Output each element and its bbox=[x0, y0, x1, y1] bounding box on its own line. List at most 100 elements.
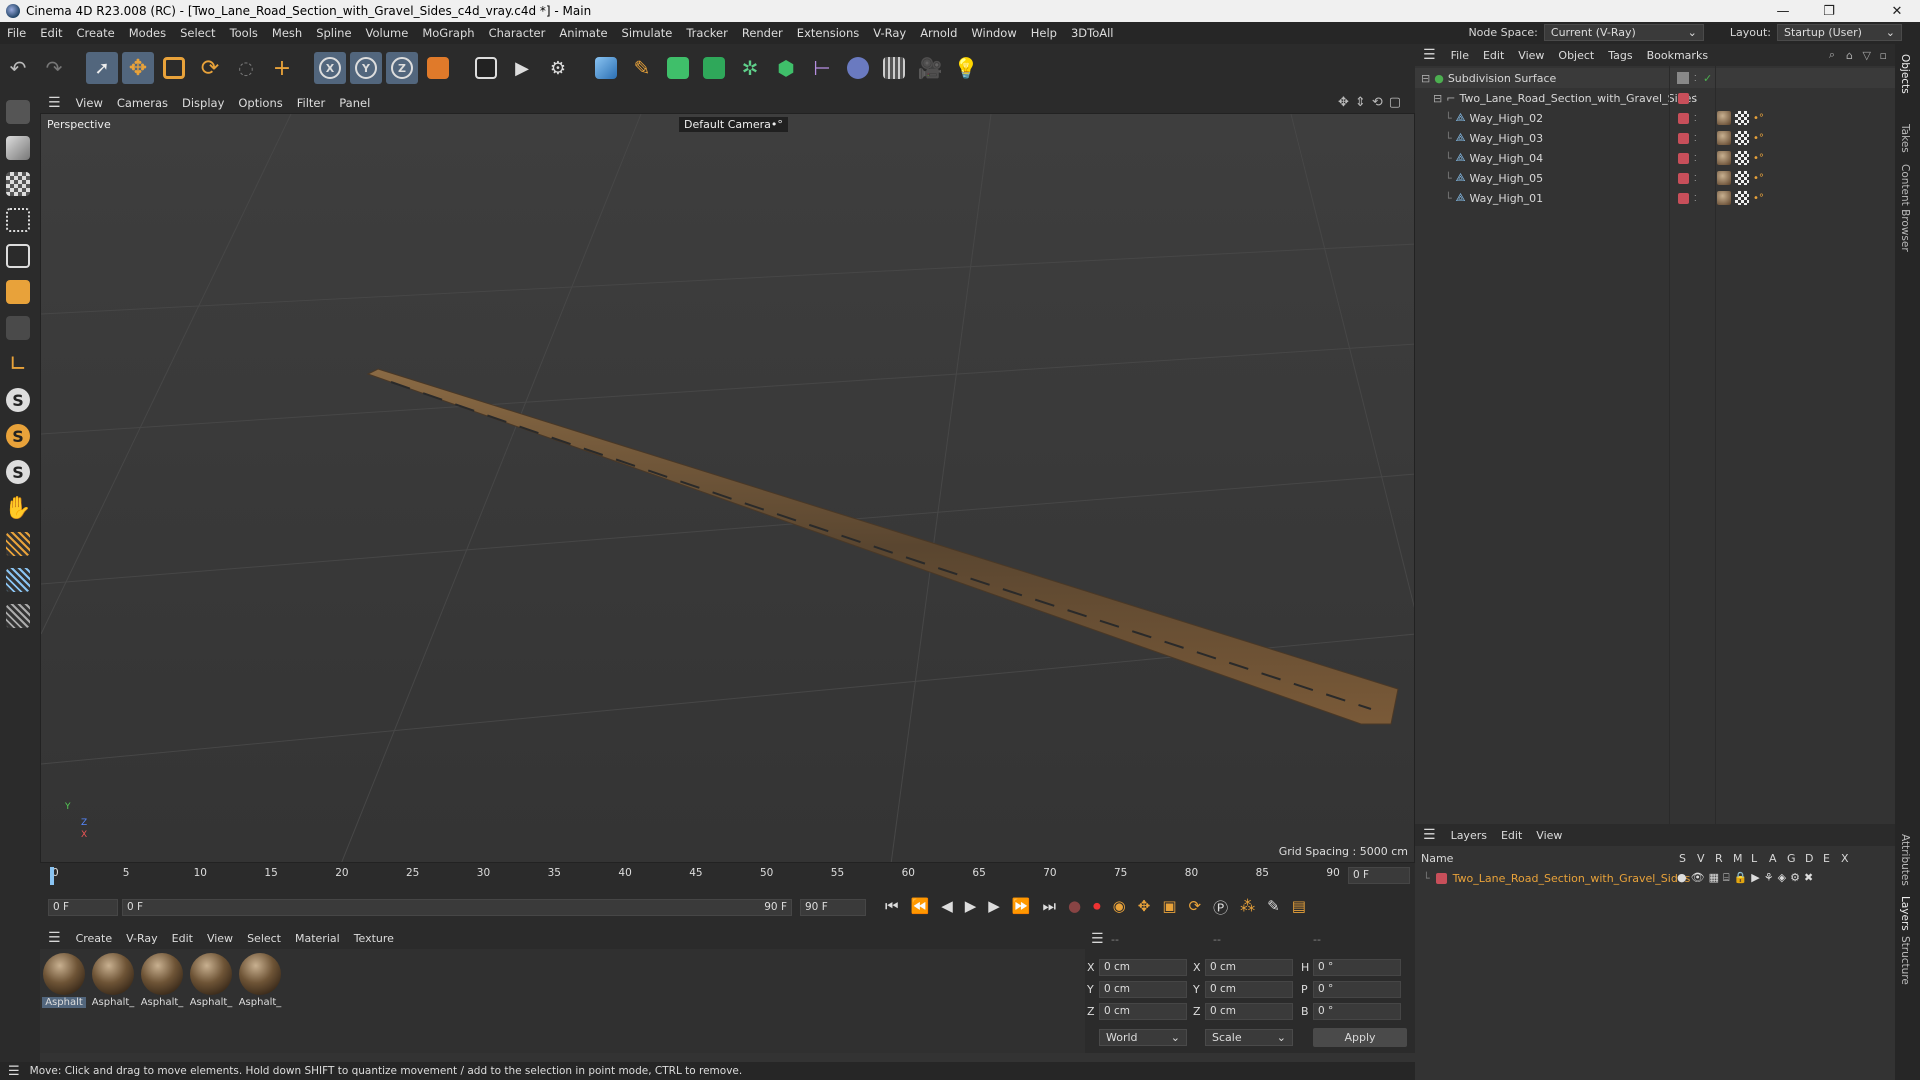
rotation-b-field[interactable]: 0 ° bbox=[1313, 1003, 1401, 1020]
filter-icon[interactable]: ▽ bbox=[1863, 49, 1871, 62]
tree-row-mesh[interactable]: └ ⟁ Way_High_03 ⁚ •° bbox=[1415, 128, 1895, 148]
frame-range-slider[interactable]: 0 F 90 F bbox=[122, 899, 792, 916]
road-mesh[interactable] bbox=[366, 368, 1399, 725]
solo-icon[interactable]: ● bbox=[1677, 871, 1687, 885]
viewport-menu-view[interactable]: View bbox=[69, 96, 110, 110]
axis-mode-button[interactable]: ∟ bbox=[2, 348, 34, 380]
material-tag-icon[interactable] bbox=[1717, 171, 1731, 185]
hamburger-icon[interactable]: ☰ bbox=[40, 95, 69, 111]
mograph-button[interactable]: ⬢ bbox=[770, 52, 802, 84]
tree-row-mesh[interactable]: └ ⟁ Way_High_01 ⁚ •° bbox=[1415, 188, 1895, 208]
layer-name[interactable]: Two_Lane_Road_Section_with_Gravel_Sides bbox=[1453, 872, 1691, 885]
material-menu-edit[interactable]: Edit bbox=[165, 932, 200, 945]
menu-select[interactable]: Select bbox=[173, 26, 222, 40]
menu-character[interactable]: Character bbox=[482, 26, 553, 40]
viewport-menu-cameras[interactable]: Cameras bbox=[110, 96, 175, 110]
side-tab-takes[interactable]: Takes bbox=[1899, 124, 1911, 153]
key-scale-icon[interactable]: ▣ bbox=[1162, 897, 1176, 918]
position-x-field[interactable]: 0 cm bbox=[1099, 959, 1187, 976]
3d-viewport[interactable]: Perspective Default Camera•° Y Z X Grid … bbox=[40, 113, 1415, 863]
menu-arnold[interactable]: Arnold bbox=[913, 26, 964, 40]
material-tag-icon[interactable] bbox=[1717, 111, 1731, 125]
hamburger-icon[interactable]: ☰ bbox=[40, 930, 69, 946]
layer-menu-edit[interactable]: Edit bbox=[1494, 829, 1529, 842]
workplane-button[interactable]: S bbox=[2, 456, 34, 488]
tree-row-mesh[interactable]: └ ⟁ Way_High_02 ⁚ •° bbox=[1415, 108, 1895, 128]
timeline-ruler[interactable]: 0 5 10 15 20 25 30 35 40 45 50 55 60 65 70 75 80 85 90 0 F bbox=[40, 863, 1415, 889]
material-menu-material[interactable]: Material bbox=[288, 932, 347, 945]
render-view-button[interactable]: ▶ bbox=[506, 52, 538, 84]
deformer-button[interactable]: ⊢ bbox=[806, 52, 838, 84]
material-tag-icon[interactable] bbox=[1717, 131, 1731, 145]
menu-help[interactable]: Help bbox=[1024, 26, 1064, 40]
cloner-button[interactable]: ✲ bbox=[734, 52, 766, 84]
tree-row-mesh[interactable]: └ ⟁ Way_High_05 ⁚ •° bbox=[1415, 168, 1895, 188]
side-tab-content-browser[interactable]: Content Browser bbox=[1899, 164, 1911, 252]
hamburger-icon[interactable]: ☰ bbox=[1415, 827, 1444, 843]
menu-animate[interactable]: Animate bbox=[552, 26, 614, 40]
undo-button[interactable]: ↶ bbox=[2, 52, 34, 84]
coord-world-select[interactable]: World ⌄ bbox=[1099, 1029, 1187, 1046]
viewport-menu-options[interactable]: Options bbox=[231, 96, 289, 110]
visibility-dots-icon[interactable]: ⁚ bbox=[1694, 134, 1697, 143]
texture-tag-icon[interactable] bbox=[1735, 151, 1749, 165]
apply-button[interactable]: Apply bbox=[1313, 1028, 1407, 1047]
scale-tool-button[interactable] bbox=[158, 52, 190, 84]
new-window-icon[interactable]: ▫ bbox=[1880, 49, 1887, 62]
z-axis-button[interactable]: Z bbox=[386, 52, 418, 84]
home-icon[interactable]: ⌂ bbox=[1846, 49, 1853, 62]
animation-icon[interactable]: ▶ bbox=[1751, 871, 1759, 885]
material-menu-create[interactable]: Create bbox=[69, 932, 120, 945]
material-tag-icon[interactable] bbox=[1717, 151, 1731, 165]
phong-tag-icon[interactable]: •° bbox=[1753, 133, 1764, 144]
visibility-dots-icon[interactable]: ⁚ bbox=[1694, 154, 1697, 163]
magnet-button[interactable]: ✋ bbox=[2, 492, 34, 524]
close-button[interactable]: ✕ bbox=[1874, 0, 1920, 22]
texture-tag-icon[interactable] bbox=[1735, 131, 1749, 145]
object-menu-bookmarks[interactable]: Bookmarks bbox=[1640, 49, 1715, 62]
menu-simulate[interactable]: Simulate bbox=[615, 26, 680, 40]
xref-icon[interactable]: ✖ bbox=[1804, 871, 1813, 885]
uv-mode-button[interactable] bbox=[2, 312, 34, 344]
menu-edit[interactable]: Edit bbox=[33, 26, 69, 40]
menu-file[interactable]: File bbox=[0, 26, 33, 40]
size-z-field[interactable]: 0 cm bbox=[1205, 1003, 1293, 1020]
position-z-field[interactable]: 0 cm bbox=[1099, 1003, 1187, 1020]
menu-extensions[interactable]: Extensions bbox=[790, 26, 866, 40]
camera-button[interactable]: 🎥 bbox=[914, 52, 946, 84]
object-menu-tags[interactable]: Tags bbox=[1601, 49, 1639, 62]
visibility-dots-icon[interactable]: ⁚ bbox=[1694, 94, 1697, 103]
texture-tag-icon[interactable] bbox=[1735, 111, 1749, 125]
object-menu-file[interactable]: File bbox=[1444, 49, 1476, 62]
menu-window[interactable]: Window bbox=[964, 26, 1023, 40]
enabled-check-icon[interactable]: ✓ bbox=[1703, 72, 1712, 85]
object-menu-object[interactable]: Object bbox=[1551, 49, 1601, 62]
timeline-window-icon[interactable]: ▤ bbox=[1292, 897, 1306, 918]
current-frame-field[interactable]: 0 F bbox=[1348, 867, 1410, 884]
eye-icon[interactable]: 👁 bbox=[1691, 871, 1705, 885]
points-mode-button[interactable] bbox=[2, 204, 34, 236]
viewport-menu-panel[interactable]: Panel bbox=[332, 96, 377, 110]
make-editable-button[interactable] bbox=[2, 96, 34, 128]
spline-tool-button[interactable] bbox=[842, 52, 874, 84]
generator-icon[interactable]: ⚘ bbox=[1764, 871, 1774, 885]
phong-tag-icon[interactable]: •° bbox=[1753, 153, 1764, 164]
viewport-menu-display[interactable]: Display bbox=[175, 96, 231, 110]
light-button[interactable]: 💡 bbox=[950, 52, 982, 84]
side-tab-objects[interactable]: Objects bbox=[1899, 54, 1911, 94]
layer-menu-layers[interactable]: Layers bbox=[1444, 829, 1494, 842]
select-tool-button[interactable]: ➚ bbox=[86, 52, 118, 84]
play-icon[interactable]: ▶ bbox=[965, 897, 977, 918]
object-menu-edit[interactable]: Edit bbox=[1476, 49, 1511, 62]
menu-tracker[interactable]: Tracker bbox=[679, 26, 735, 40]
expression-icon[interactable]: ⚙ bbox=[1790, 871, 1800, 885]
material-swatch[interactable]: Asphalt_ bbox=[140, 953, 184, 1008]
floor-button[interactable] bbox=[878, 52, 910, 84]
tree-row-road[interactable]: ⊟ ⌐ Two_Lane_Road_Section_with_Gravel_Si… bbox=[1415, 88, 1895, 108]
size-x-field[interactable]: 0 cm bbox=[1205, 959, 1293, 976]
next-frame-icon[interactable]: ▶ bbox=[988, 897, 1000, 918]
transform-tool-button[interactable]: + bbox=[266, 52, 298, 84]
menu-spline[interactable]: Spline bbox=[309, 26, 358, 40]
default-camera-label[interactable]: Default Camera•° bbox=[679, 117, 788, 132]
extrude-button[interactable] bbox=[698, 52, 730, 84]
